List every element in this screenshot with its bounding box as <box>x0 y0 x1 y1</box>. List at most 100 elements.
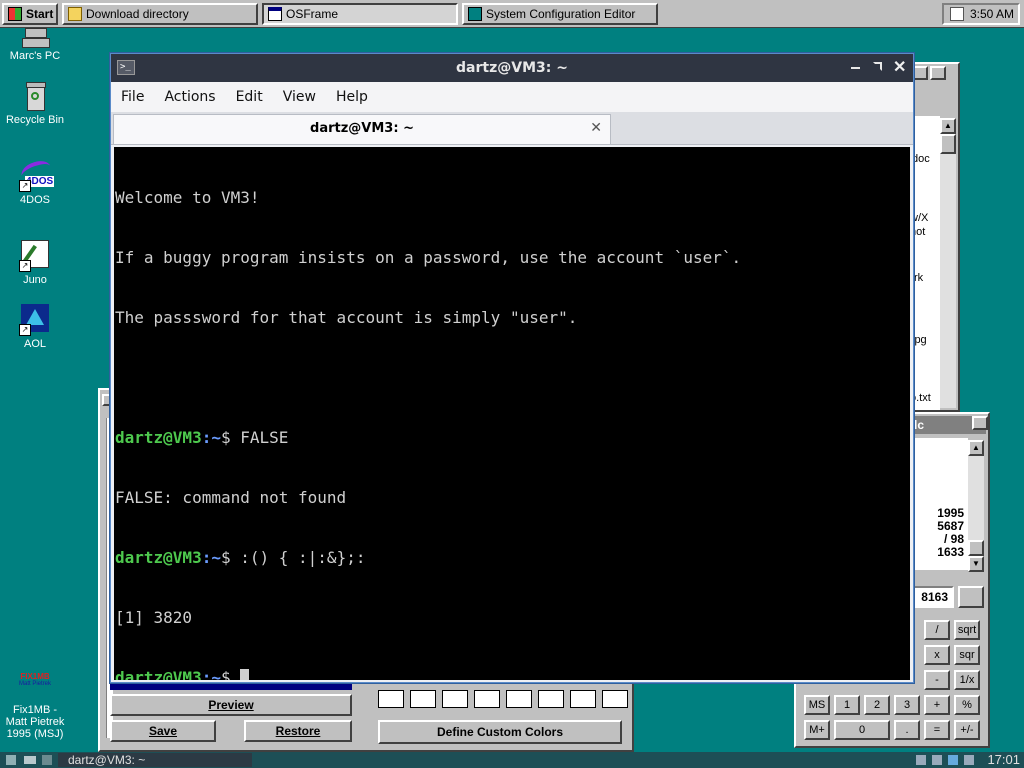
fix1mb-logo-text: FIX1MB <box>20 672 50 681</box>
key-sqrt[interactable]: sqrt <box>954 620 980 640</box>
restore-button[interactable]: Restore <box>244 720 352 742</box>
menu-file[interactable]: File <box>111 89 154 105</box>
key-label: M+ <box>809 724 825 736</box>
tray-icon[interactable] <box>916 755 926 765</box>
desktop-icon-label: Juno <box>23 274 47 286</box>
tape-line: / 98 <box>943 532 964 546</box>
launcher-icon[interactable] <box>6 755 16 765</box>
desktop-icon-juno[interactable]: ↗ Juno <box>0 240 70 286</box>
key-equals[interactable]: = <box>924 720 950 740</box>
tab-dartz-vm3[interactable]: dartz@VM3: ~ ✕ <box>113 114 611 144</box>
key-plus[interactable]: + <box>924 695 950 715</box>
scroll-down-arrow-icon[interactable]: ▼ <box>968 556 984 572</box>
key-sqr[interactable]: sqr <box>954 645 980 665</box>
minimize-button[interactable] <box>972 416 988 430</box>
aol-icon: ↗ <box>19 304 51 336</box>
key-label: 0 <box>858 724 866 736</box>
desktop-icon-label: 4DOS <box>20 194 50 206</box>
tab-close-icon[interactable]: ✕ <box>590 119 602 136</box>
key-minus[interactable]: - <box>924 670 950 690</box>
file-fragment[interactable]: doc <box>912 153 930 165</box>
minimize-icon[interactable] <box>851 67 860 69</box>
start-button[interactable]: Start <box>2 3 58 25</box>
key-0[interactable]: 0 <box>834 720 890 740</box>
calculator-tape-scrollbar[interactable]: ▲ ▼ <box>968 440 984 572</box>
bottom-task-terminal[interactable]: dartz@VM3: ~ <box>58 753 252 767</box>
desktop-icon-label: Fix1MB - Matt Pietrek 1995 (MSJ) <box>5 704 65 740</box>
tray-clock[interactable]: 3:50 AM <box>970 7 1014 21</box>
file-fragment[interactable]: jpg <box>912 334 927 346</box>
tray-icon[interactable] <box>948 755 958 765</box>
scroll-up-arrow-icon[interactable]: ▲ <box>968 440 984 456</box>
desktop-icon-recycle-bin[interactable]: Recycle Bin <box>0 80 70 126</box>
file-list-scrollbar[interactable]: ▲ <box>940 118 956 408</box>
bottom-clock[interactable]: 17:01 <box>987 752 1020 768</box>
terminal-task-icon[interactable] <box>42 755 52 765</box>
key-3[interactable]: 3 <box>894 695 920 715</box>
key-multiply[interactable]: x <box>924 645 950 665</box>
desktop-icon-4dos[interactable]: 4DOS ↗ 4DOS <box>0 157 70 206</box>
folder-icon <box>68 7 82 21</box>
terminal-line: dartz@VM3:~$ FALSE <box>115 428 741 448</box>
desktop-icon-fix1mb[interactable]: FIX1MB Matt Pietrek Fix1MB - Matt Pietre… <box>0 672 70 740</box>
key-percent[interactable]: % <box>954 695 980 715</box>
tray-icon[interactable] <box>964 755 974 765</box>
key-2[interactable]: 2 <box>864 695 890 715</box>
custom-color-swatch[interactable] <box>410 690 436 708</box>
maximize-icon[interactable] <box>873 62 882 71</box>
restore-button[interactable] <box>912 66 928 80</box>
task-button-system-configuration-editor[interactable]: System Configuration Editor <box>462 3 658 25</box>
tray-icons <box>916 755 978 765</box>
save-button[interactable]: Save <box>110 720 216 742</box>
prompt-sign: $ <box>220 428 241 447</box>
scroll-thumb[interactable] <box>940 134 956 154</box>
custom-color-swatch[interactable] <box>474 690 500 708</box>
key-ms[interactable]: MS <box>804 695 830 715</box>
menu-actions[interactable]: Actions <box>154 89 225 105</box>
tray-document-icon[interactable] <box>949 7 964 21</box>
terminal-menubar: File Actions Edit View Help <box>111 82 913 112</box>
scroll-thumb[interactable] <box>968 540 984 556</box>
task-button-osframe[interactable]: OSFrame <box>262 3 458 25</box>
4dos-icon: 4DOS ↗ <box>18 157 55 192</box>
maximize-button[interactable] <box>930 66 946 80</box>
key-1[interactable]: 1 <box>834 695 860 715</box>
custom-color-swatch[interactable] <box>506 690 532 708</box>
custom-color-swatch[interactable] <box>538 690 564 708</box>
scroll-up-arrow-icon[interactable]: ▲ <box>940 118 956 134</box>
terminal-output[interactable]: Welcome to VM3! If a buggy program insis… <box>114 147 910 680</box>
close-icon[interactable]: ✕ <box>893 57 906 77</box>
task-label: Download directory <box>86 7 189 21</box>
key-reciprocal[interactable]: 1/x <box>954 670 980 690</box>
menu-edit[interactable]: Edit <box>226 89 273 105</box>
fix1mb-logo: FIX1MB Matt Pietrek <box>18 672 52 702</box>
key-label: 2 <box>873 699 881 711</box>
preview-button[interactable]: Preview <box>110 694 352 716</box>
key-plus-minus[interactable]: +/- <box>954 720 980 740</box>
custom-color-swatch[interactable] <box>570 690 596 708</box>
desktop-icon-marcs-pc[interactable]: Marc's PC <box>0 28 70 62</box>
task-button-download-directory[interactable]: Download directory <box>62 3 258 25</box>
calculator-clear-indicator[interactable] <box>958 586 984 608</box>
custom-color-swatch[interactable] <box>442 690 468 708</box>
terminal-titlebar[interactable]: >_ dartz@VM3: ~ ✕ <box>111 54 913 82</box>
fix1mb-logo-sub: Matt Pietrek <box>18 681 51 687</box>
file-fragment[interactable]: rk <box>914 272 923 284</box>
terminal-window[interactable]: >_ dartz@VM3: ~ ✕ File Actions Edit View… <box>110 53 914 683</box>
desktop-icon-label: Recycle Bin <box>5 114 65 126</box>
tray-icon[interactable] <box>932 755 942 765</box>
menu-help[interactable]: Help <box>326 89 378 105</box>
recycle-bin-icon <box>19 80 51 112</box>
key-divide[interactable]: / <box>924 620 950 640</box>
define-custom-colors-button[interactable]: Define Custom Colors <box>378 720 622 744</box>
key-m-plus[interactable]: M+ <box>804 720 830 740</box>
desktop-icon-aol[interactable]: ↗ AOL <box>0 304 70 350</box>
custom-color-swatch[interactable] <box>602 690 628 708</box>
juno-icon: ↗ <box>19 240 51 272</box>
restore-button-label: Restore <box>275 724 321 738</box>
menu-view[interactable]: View <box>273 89 326 105</box>
key-decimal[interactable]: . <box>894 720 920 740</box>
custom-color-swatch[interactable] <box>378 690 404 708</box>
drive-icon[interactable] <box>24 756 36 764</box>
